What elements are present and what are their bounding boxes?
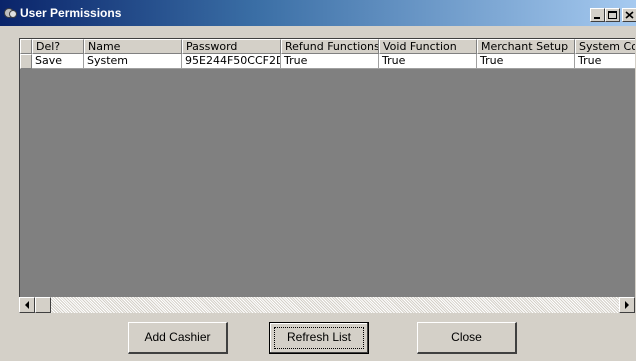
focus-rectangle <box>274 327 364 349</box>
scroll-right-button[interactable] <box>619 297 635 313</box>
column-header-system-config[interactable]: System Co <box>575 39 635 54</box>
column-header-merchant-setup[interactable]: Merchant Setup <box>477 39 575 54</box>
cell-refund-functions[interactable]: True <box>281 54 379 69</box>
arrow-right-icon <box>625 301 629 309</box>
maximize-button[interactable] <box>605 8 620 22</box>
table-row[interactable]: Save System 95E244F50CCF2DS True True Tr… <box>20 54 635 69</box>
scroll-left-button[interactable] <box>19 297 35 313</box>
horizontal-scrollbar[interactable] <box>19 297 635 313</box>
grid-header-row: Del? Name Password Refund Functions Void… <box>20 39 635 54</box>
permissions-grid[interactable]: Del? Name Password Refund Functions Void… <box>19 38 635 311</box>
cell-void-function[interactable]: True <box>379 54 477 69</box>
refresh-list-button[interactable]: Refresh List <box>269 322 369 354</box>
column-header-void-function[interactable]: Void Function <box>379 39 477 54</box>
cell-name[interactable]: System <box>84 54 182 69</box>
column-header-name[interactable]: Name <box>84 39 182 54</box>
window-title: User Permissions <box>20 6 122 20</box>
cell-merchant-setup[interactable]: True <box>477 54 575 69</box>
header-corner[interactable] <box>20 39 32 54</box>
row-selector[interactable] <box>20 54 32 69</box>
minimize-icon <box>594 17 600 19</box>
cell-del[interactable]: Save <box>32 54 84 69</box>
close-window-button[interactable] <box>622 8 636 22</box>
arrow-left-icon <box>25 301 29 309</box>
column-header-refund-functions[interactable]: Refund Functions <box>281 39 379 54</box>
cell-password[interactable]: 95E244F50CCF2DS <box>182 54 281 69</box>
title-bar[interactable]: User Permissions <box>0 0 636 26</box>
user-permissions-window: User Permissions Del? Name Password Refu… <box>0 0 636 361</box>
maximize-icon <box>608 11 617 19</box>
minimize-button[interactable] <box>590 8 605 22</box>
column-header-del[interactable]: Del? <box>32 39 84 54</box>
close-button[interactable]: Close <box>417 322 517 354</box>
add-cashier-button[interactable]: Add Cashier <box>128 322 228 354</box>
scroll-thumb[interactable] <box>35 297 51 313</box>
column-header-password[interactable]: Password <box>182 39 281 54</box>
cell-system-config[interactable]: True <box>575 54 635 69</box>
close-icon <box>625 11 634 19</box>
app-icon[interactable] <box>4 7 18 20</box>
